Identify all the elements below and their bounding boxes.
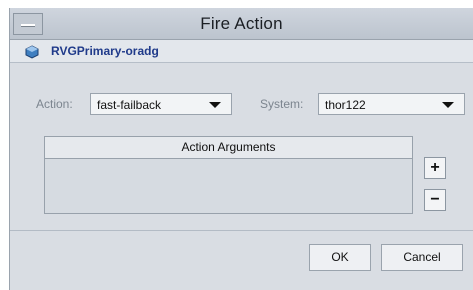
cancel-button[interactable]: Cancel: [381, 244, 463, 271]
add-argument-button[interactable]: +: [424, 157, 446, 179]
footer-divider: [10, 230, 473, 231]
remove-argument-button[interactable]: −: [424, 189, 446, 211]
ok-button[interactable]: OK: [309, 244, 371, 271]
action-dropdown[interactable]: fast-failback: [90, 93, 232, 115]
resource-object-icon: [25, 45, 39, 59]
chevron-down-icon: [442, 102, 454, 108]
chevron-down-icon: [209, 102, 221, 108]
dialog-title: Fire Action: [200, 14, 283, 33]
action-arguments-table[interactable]: Action Arguments: [44, 136, 413, 214]
object-name: RVGPrimary-oradg: [51, 44, 159, 58]
title-bar: Fire Action: [10, 8, 473, 40]
object-header: RVGPrimary-oradg: [10, 40, 473, 63]
action-arguments-header: Action Arguments: [45, 137, 412, 159]
fire-action-dialog: Fire Action RVGPrimary-oradg Action: fas…: [9, 8, 473, 290]
system-dropdown[interactable]: thor122: [318, 93, 465, 115]
system-value: thor122: [325, 98, 366, 112]
action-label: Action:: [36, 97, 73, 111]
system-label: System:: [260, 97, 304, 111]
action-value: fast-failback: [97, 98, 162, 112]
